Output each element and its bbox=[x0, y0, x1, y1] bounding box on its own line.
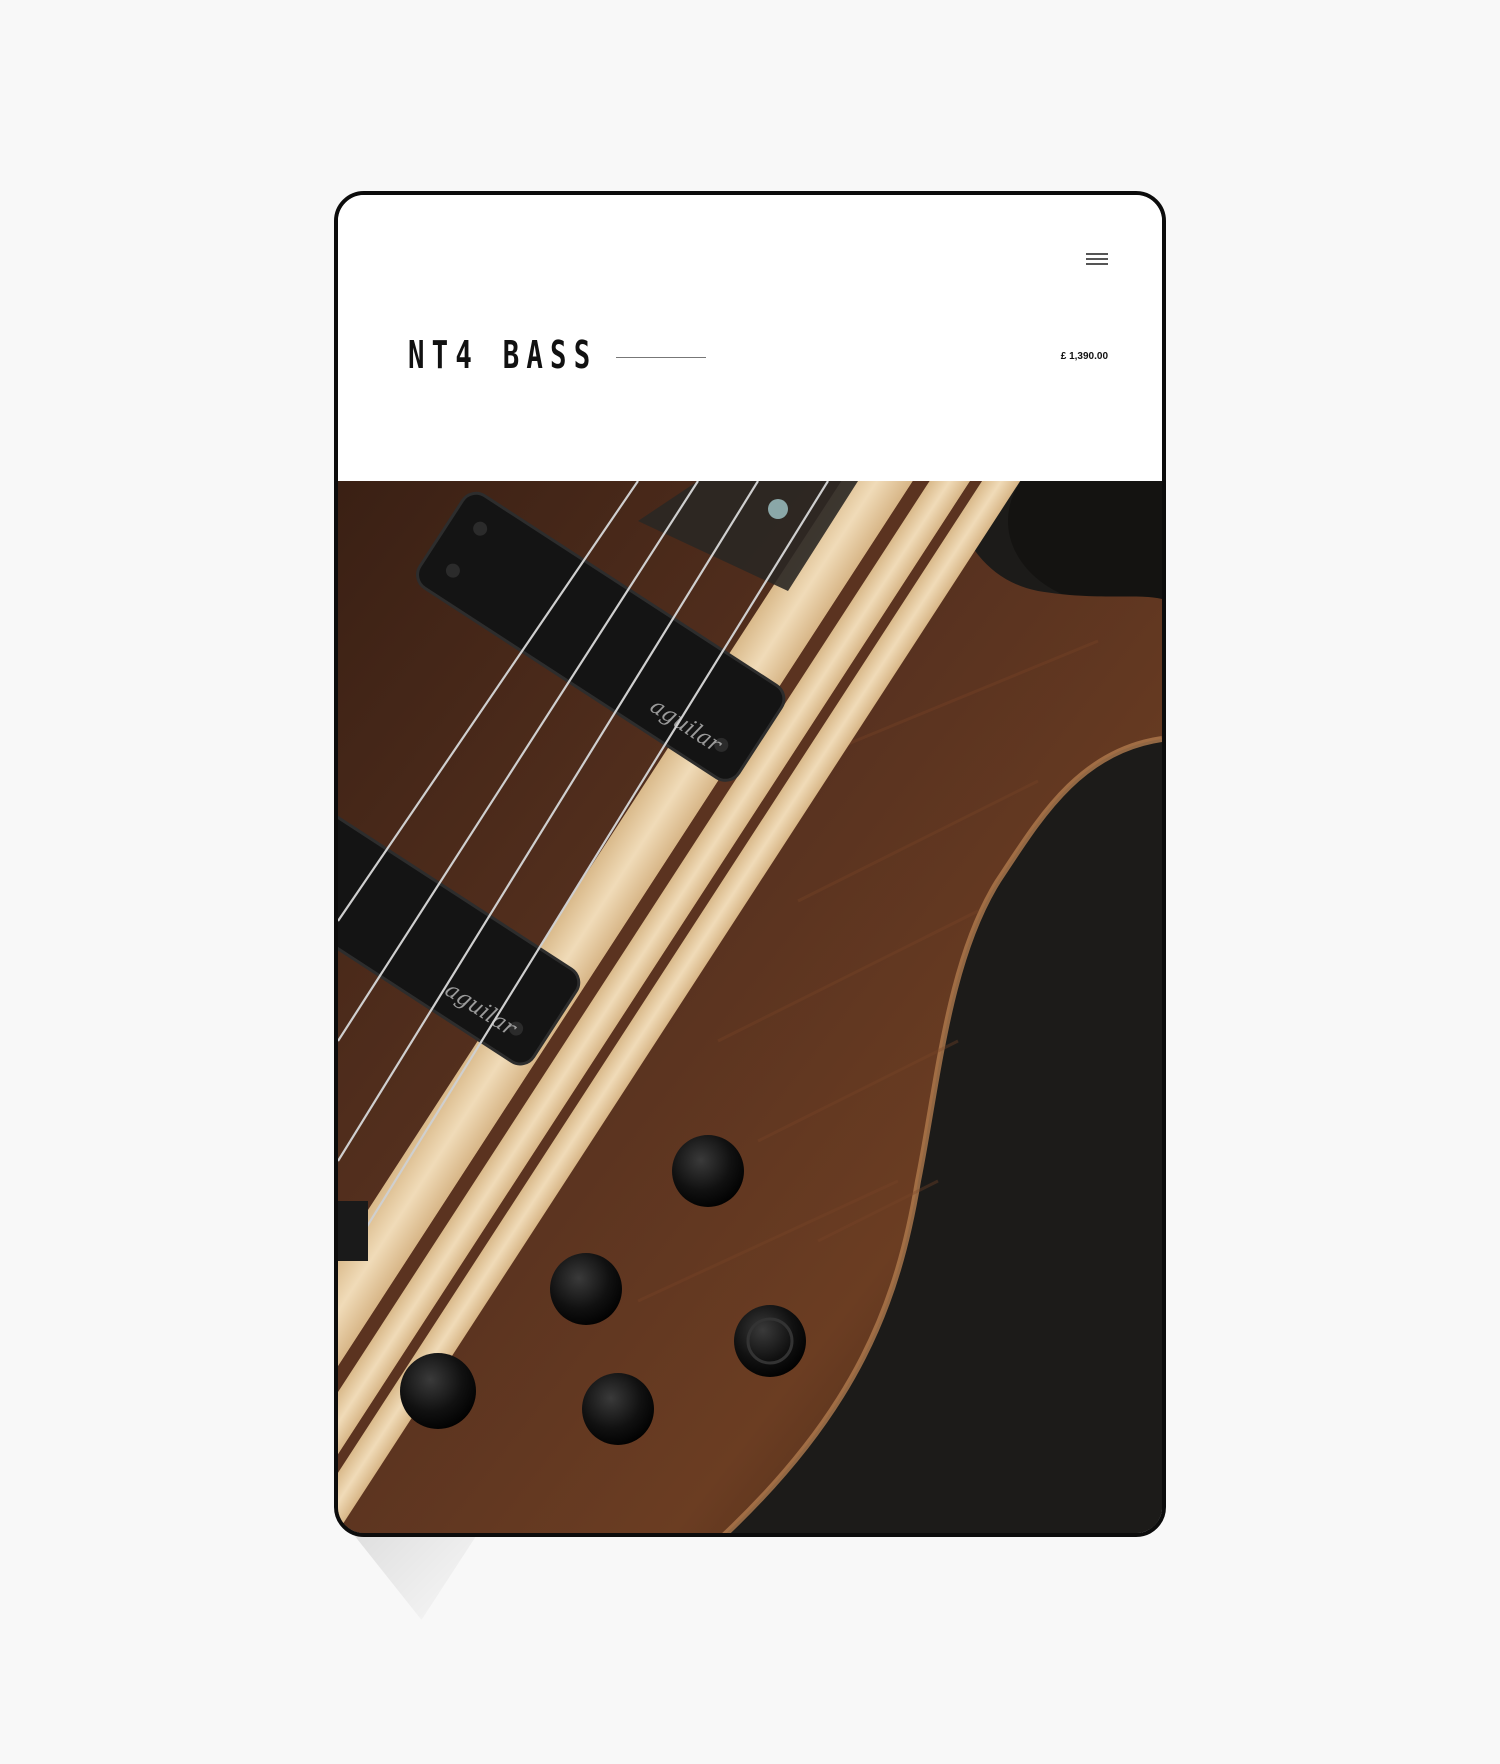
bridge-hardware bbox=[338, 1201, 368, 1261]
product-hero-image: aguilar aguilar bbox=[338, 481, 1162, 1533]
inlay-dot bbox=[768, 499, 788, 519]
product-price: £ 1,390.00 bbox=[1060, 351, 1108, 362]
title-divider bbox=[616, 357, 706, 358]
hamburger-menu-icon[interactable] bbox=[1086, 253, 1110, 267]
bass-guitar-illustration: aguilar aguilar bbox=[338, 481, 1162, 1533]
device-shadow bbox=[350, 1530, 480, 1620]
product-title: NT4 BASS bbox=[408, 333, 598, 377]
device-frame: NT4 BASS £ 1,390.00 aguilar aguilar bbox=[334, 191, 1166, 1537]
page-canvas: NT4 BASS £ 1,390.00 aguilar aguilar bbox=[0, 0, 1500, 1764]
product-header: NT4 BASS £ 1,390.00 bbox=[338, 195, 1162, 481]
